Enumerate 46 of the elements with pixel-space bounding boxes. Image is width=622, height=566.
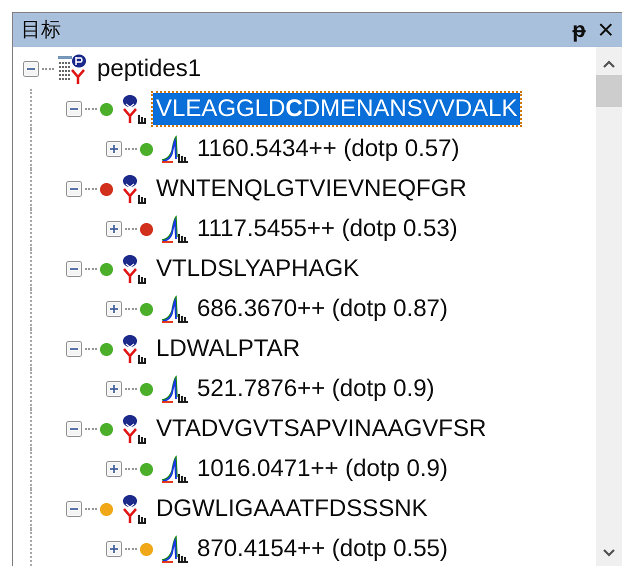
collapse-icon[interactable] [66, 501, 82, 517]
peptide-list-icon [57, 53, 87, 85]
scroll-up-icon[interactable] [602, 59, 616, 69]
tree-item[interactable]: VLEAGGLDCDMENANSVVDALK [153, 93, 520, 125]
tree-item[interactable]: 870.4154++ (dotp 0.55) [197, 531, 448, 566]
tree-item[interactable]: VTADVGVTSAPVINAAGVFSR [153, 413, 490, 445]
chromatogram-icon [161, 455, 189, 483]
chromatogram-icon [161, 535, 189, 563]
peptide-icon [121, 334, 147, 364]
collapse-icon[interactable] [66, 341, 82, 357]
chromatogram-icon [161, 215, 189, 243]
tree-item[interactable]: 521.7876++ (dotp 0.9) [197, 371, 435, 407]
chromatogram-icon [161, 295, 189, 323]
peptide-icon [121, 94, 147, 124]
collapse-icon[interactable] [66, 181, 82, 197]
collapse-icon[interactable] [66, 261, 82, 277]
tree-item[interactable]: peptides1 [97, 51, 202, 87]
tree-item[interactable]: LDWALPTAR [153, 333, 304, 365]
peptide-icon [121, 414, 147, 444]
tree-item[interactable]: WNTENQLGTVIEVNEQFGR [153, 173, 470, 205]
tree-item[interactable]: 686.3670++ (dotp 0.87) [197, 291, 448, 327]
tree-item[interactable]: 1117.5455++ (dotp 0.53) [197, 211, 458, 247]
chromatogram-icon [161, 135, 189, 163]
panel-title: 目标 [21, 18, 62, 43]
expand-icon[interactable] [106, 221, 122, 237]
expand-icon[interactable] [106, 541, 122, 557]
expand-icon[interactable] [106, 381, 122, 397]
close-button[interactable]: × [598, 16, 614, 44]
tree-item[interactable]: 1160.5434++ (dotp 0.57) [197, 131, 460, 167]
expand-icon[interactable] [106, 461, 122, 477]
collapse-icon[interactable] [66, 101, 82, 117]
chromatogram-icon [161, 375, 189, 403]
tree-item[interactable]: 1016.0471++ (dotp 0.9) [197, 451, 448, 487]
scrollbar-thumb[interactable] [596, 75, 622, 107]
peptide-icon [121, 494, 147, 524]
expand-icon[interactable] [106, 301, 122, 317]
tree-item[interactable]: VTLDSLYAPHAGK [153, 253, 362, 285]
tree-item[interactable]: DGWLIGAAATFDSSSNK [153, 493, 431, 525]
scrollbar[interactable] [596, 47, 622, 566]
scroll-down-icon[interactable] [602, 548, 616, 558]
peptide-icon [121, 254, 147, 284]
collapse-icon[interactable] [66, 421, 82, 437]
pin-button[interactable]: ᵽ [572, 19, 586, 41]
collapse-icon[interactable] [23, 61, 39, 77]
peptide-icon [121, 174, 147, 204]
expand-icon[interactable] [106, 141, 122, 157]
